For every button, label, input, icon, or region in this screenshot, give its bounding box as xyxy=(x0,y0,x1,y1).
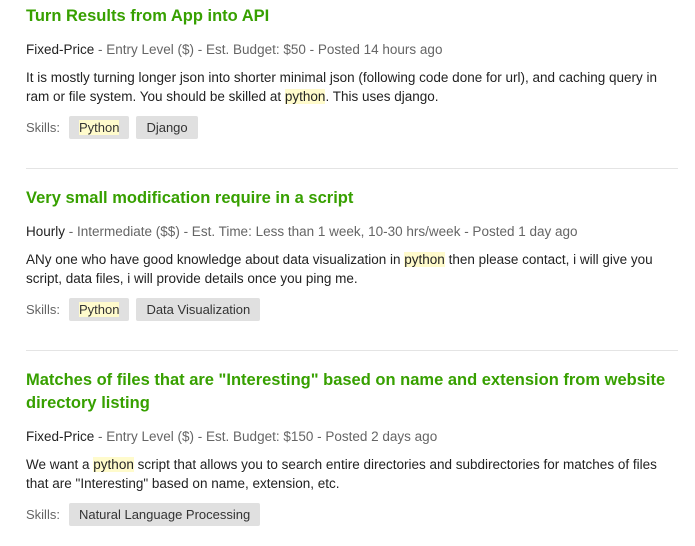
job-title-link[interactable]: Very small modification require in a scr… xyxy=(26,187,678,210)
job-meta-details: - Entry Level ($) - Est. Budget: $50 - P… xyxy=(94,42,443,57)
skill-tag[interactable]: Python xyxy=(68,116,130,139)
job-description: We want a python script that allows you … xyxy=(26,456,666,493)
skills-row: Skills: Python Data Visualization xyxy=(26,298,678,321)
skill-tag[interactable]: Python xyxy=(68,298,130,321)
job-listing: Very small modification require in a scr… xyxy=(26,187,678,321)
search-highlight: python xyxy=(93,457,134,472)
job-type: Fixed-Price xyxy=(26,429,95,444)
job-description: It is mostly turning longer json into sh… xyxy=(26,69,666,106)
job-meta: Hourly - Intermediate ($$) - Est. Time: … xyxy=(26,223,678,241)
job-type: Fixed-Price xyxy=(26,42,95,57)
skill-tag-label: Python xyxy=(78,120,120,135)
job-title-link[interactable]: Turn Results from App into API xyxy=(26,5,678,28)
skill-tag[interactable]: Django xyxy=(136,116,198,139)
job-listing: Matches of files that are "Interesting" … xyxy=(26,369,678,526)
skills-label: Skills: xyxy=(26,302,60,317)
search-highlight: python xyxy=(404,252,445,267)
divider xyxy=(26,350,678,351)
job-listing: Turn Results from App into API Fixed-Pri… xyxy=(26,5,678,139)
skills-row: Skills: Natural Language Processing xyxy=(26,503,678,526)
job-meta-details: - Intermediate ($$) - Est. Time: Less th… xyxy=(65,224,578,239)
job-meta: Fixed-Price - Entry Level ($) - Est. Bud… xyxy=(26,41,678,59)
job-meta: Fixed-Price - Entry Level ($) - Est. Bud… xyxy=(26,428,678,446)
skills-label: Skills: xyxy=(26,507,60,522)
job-type: Hourly xyxy=(26,224,66,239)
skill-tag[interactable]: Data Visualization xyxy=(136,298,261,321)
search-highlight: python xyxy=(284,88,326,104)
divider xyxy=(26,168,678,169)
skill-tag[interactable]: Natural Language Processing xyxy=(68,503,261,526)
skill-tag-label: Python xyxy=(78,302,120,317)
desc-text: . This uses django. xyxy=(325,88,439,104)
skills-label: Skills: xyxy=(26,120,60,135)
skills-row: Skills: Python Django xyxy=(26,116,678,139)
desc-text: We want a xyxy=(26,457,94,472)
desc-text: ANy one who have good knowledge about da… xyxy=(26,252,405,267)
job-title-link[interactable]: Matches of files that are "Interesting" … xyxy=(26,369,678,415)
job-description: ANy one who have good knowledge about da… xyxy=(26,251,666,288)
job-meta-details: - Entry Level ($) - Est. Budget: $150 - … xyxy=(94,429,438,444)
